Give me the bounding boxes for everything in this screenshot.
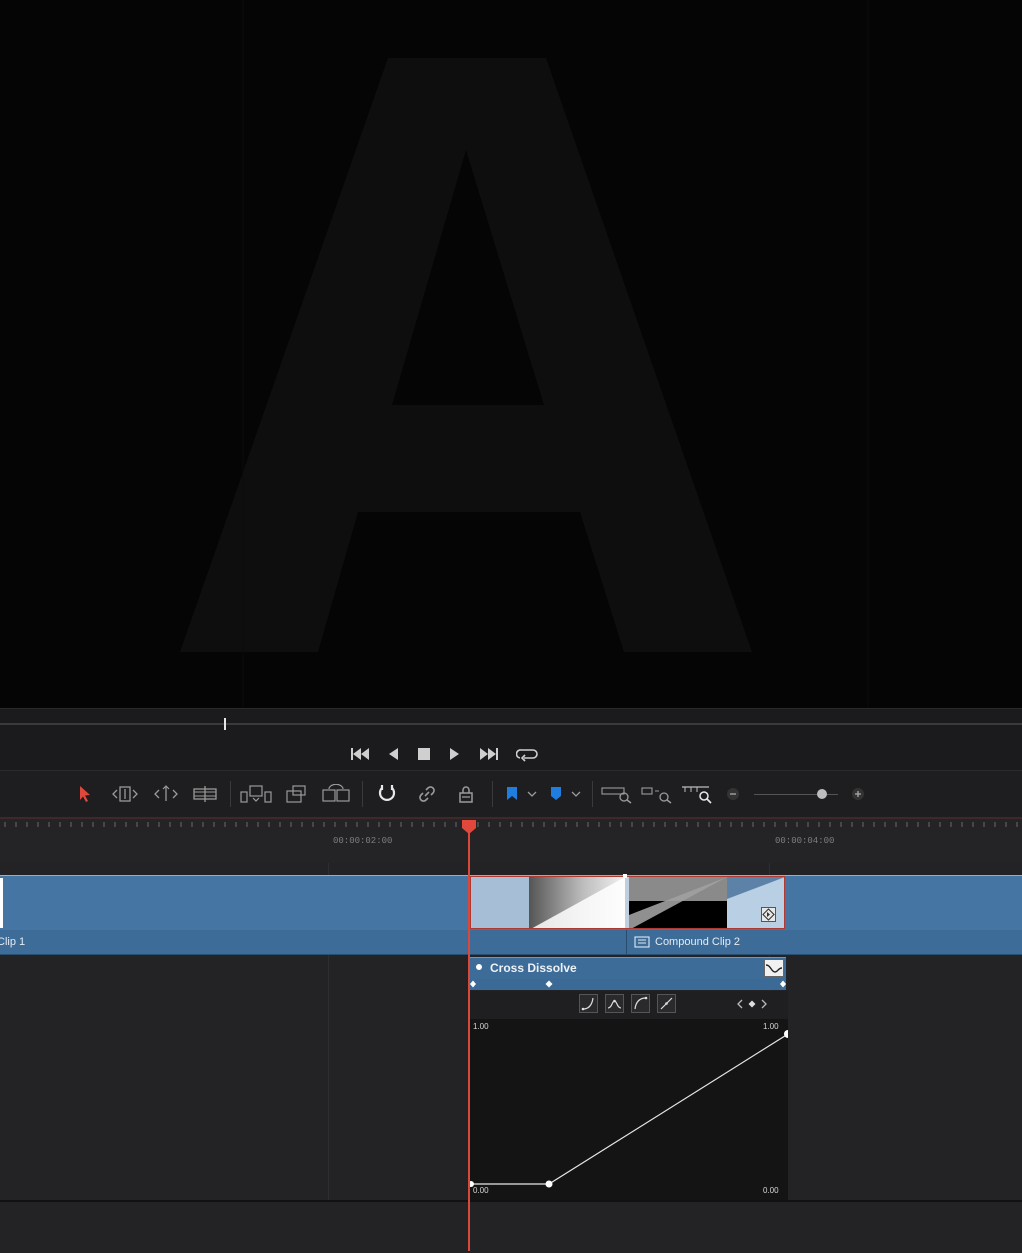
skip-start-icon	[351, 748, 369, 760]
flag-dropdown-button[interactable]	[502, 782, 540, 806]
marker-icon	[551, 787, 581, 800]
film-strip-icon	[193, 786, 217, 802]
ease-in-out-icon	[607, 999, 622, 1009]
ease-out-icon	[634, 996, 648, 1010]
transport-controls	[0, 738, 1022, 771]
insert-icon	[240, 785, 272, 803]
play-reverse-icon	[389, 748, 398, 760]
transition-enable-dot[interactable]	[476, 964, 482, 970]
clip-edge[interactable]	[0, 878, 3, 928]
position-lock-toggle[interactable]	[453, 782, 479, 806]
zoom-in-button[interactable]	[850, 782, 866, 806]
playhead-marker[interactable]	[460, 819, 478, 835]
curve-editor-toggle[interactable]	[764, 959, 784, 977]
selection-tool-button[interactable]	[74, 782, 96, 806]
keyframe-track[interactable]	[470, 979, 786, 990]
video-track-clips[interactable]	[0, 874, 1022, 931]
toolbar-separator	[492, 781, 493, 807]
go-to-end-button[interactable]	[477, 742, 501, 766]
linked-selection-toggle[interactable]	[414, 782, 440, 806]
ruler-ticks	[0, 817, 1022, 827]
viewer-letter-graphic	[180, 0, 869, 708]
clip-name-bar[interactable]: Clip 1 Compound Clip 2	[0, 930, 1022, 955]
overwrite-clip-button[interactable]	[283, 782, 309, 806]
blade-tool-button[interactable]	[191, 782, 219, 806]
keyframe-navigation-icon[interactable]	[736, 998, 768, 1010]
stop-button[interactable]	[412, 742, 436, 766]
linear-icon	[660, 997, 673, 1010]
custom-zoom-button[interactable]	[681, 782, 715, 806]
marker-dropdown-button[interactable]	[546, 782, 584, 806]
compound-clip-icon	[634, 936, 650, 948]
full-extent-zoom-button[interactable]	[601, 782, 633, 806]
play-icon	[450, 748, 459, 760]
detail-zoom-button[interactable]	[641, 782, 673, 806]
zoom-slider-handle[interactable]	[817, 789, 827, 799]
zoom-full-icon	[601, 787, 632, 804]
audio-track-area	[0, 1200, 1022, 1253]
timeline-ruler[interactable]: 00:00:02:00 00:00:04:00	[0, 817, 1022, 863]
zoom-detail-icon	[641, 787, 672, 804]
link-icon	[419, 786, 435, 802]
curve-preset-bar	[470, 991, 788, 1019]
transition-header[interactable]: Cross Dissolve	[470, 957, 786, 980]
clip-right-name: Compound Clip 2	[655, 936, 740, 948]
flag-icon	[507, 787, 537, 800]
playhead-line[interactable]	[468, 833, 470, 1251]
overwrite-icon	[286, 785, 306, 803]
curve-keyframe-point	[470, 1181, 474, 1187]
ease-out-button[interactable]	[631, 994, 650, 1013]
edit-point-handle[interactable]	[623, 874, 627, 878]
transition-thumbnail[interactable]	[470, 876, 785, 929]
transition-title: Cross Dissolve	[490, 961, 577, 975]
timeline-toolbar	[0, 771, 1022, 817]
clip-left-name: Clip 1	[0, 936, 26, 948]
ease-in-button[interactable]	[579, 994, 598, 1013]
snapping-toggle[interactable]	[374, 782, 400, 806]
ease-in-icon	[581, 997, 594, 1011]
arrow-pointer-icon	[80, 786, 90, 802]
go-to-start-button[interactable]	[348, 742, 372, 766]
toolbar-separator	[230, 781, 231, 807]
trim-icon	[112, 786, 138, 802]
toolbar-separator	[362, 781, 363, 807]
curve-icon	[765, 964, 783, 973]
magnet-icon	[378, 785, 396, 801]
trim-edit-tool-button[interactable]	[110, 782, 140, 806]
zoom-custom-icon	[682, 786, 712, 804]
loop-button[interactable]	[515, 742, 539, 766]
video-viewer: A	[0, 0, 1022, 708]
scrubber-track[interactable]	[0, 723, 1022, 725]
replace-icon	[322, 784, 350, 802]
viewer-scrubber[interactable]	[0, 708, 1022, 739]
replace-clip-button[interactable]	[320, 782, 352, 806]
retime-icon[interactable]	[761, 907, 776, 922]
lock-icon	[459, 786, 473, 803]
linear-button[interactable]	[657, 994, 676, 1013]
minus-circle-icon	[727, 788, 739, 800]
play-reverse-button[interactable]	[381, 742, 405, 766]
insert-clip-button[interactable]	[240, 782, 272, 806]
loop-icon	[516, 749, 538, 762]
skip-end-icon	[480, 748, 498, 760]
curve-keyframe-point	[545, 1180, 553, 1188]
clip-divider	[626, 930, 627, 954]
curve-line[interactable]	[470, 1019, 788, 1200]
dynamic-trim-icon	[154, 785, 178, 801]
keyframe-diamonds[interactable]	[470, 979, 786, 990]
transition-curve-graph[interactable]: 1.00 1.00 0.00 0.00	[470, 1019, 788, 1200]
play-button[interactable]	[443, 742, 467, 766]
scrubber-playhead[interactable]	[224, 718, 226, 730]
plus-circle-icon	[852, 788, 864, 800]
ease-in-out-button[interactable]	[605, 994, 624, 1013]
ruler-timecode: 00:00:04:00	[775, 836, 835, 846]
dynamic-trim-tool-button[interactable]	[151, 782, 181, 806]
zoom-out-button[interactable]	[725, 782, 741, 806]
stop-icon	[418, 748, 430, 760]
toolbar-separator	[592, 781, 593, 807]
ruler-timecode: 00:00:02:00	[333, 836, 393, 846]
